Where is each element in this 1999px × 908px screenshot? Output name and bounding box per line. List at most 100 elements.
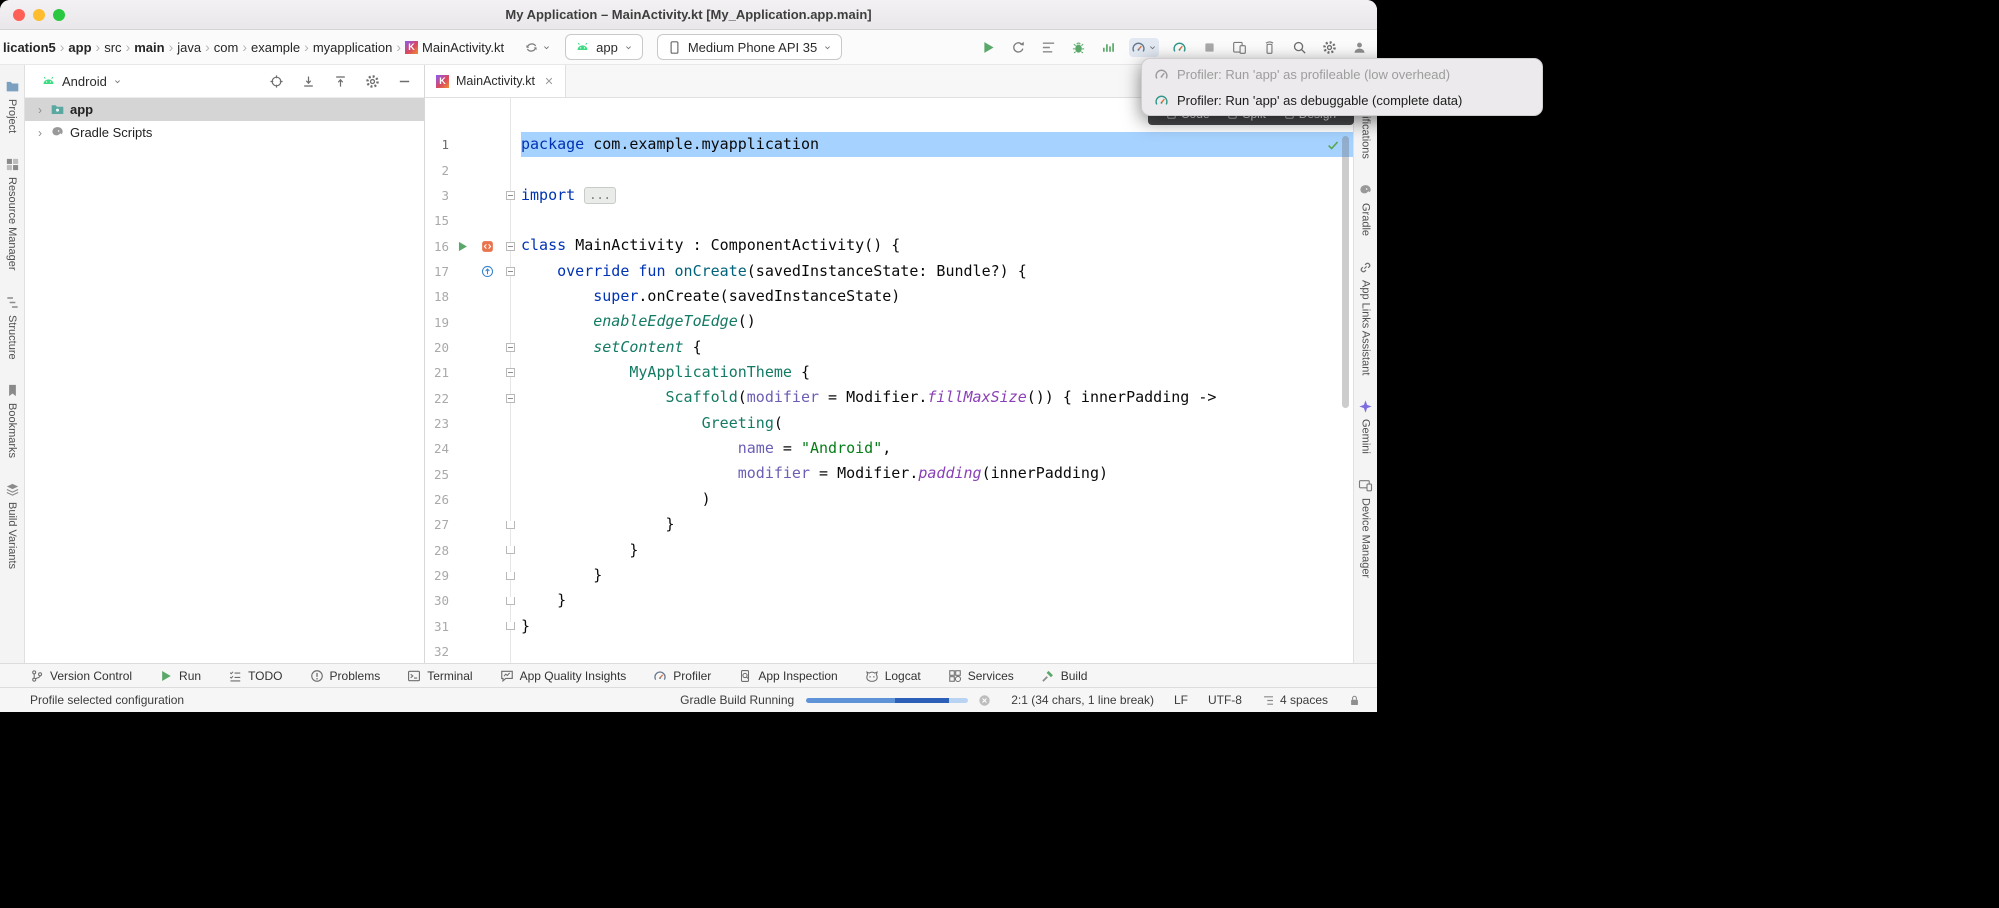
fold-marker[interactable] [506, 546, 515, 554]
account-button[interactable] [1350, 38, 1369, 57]
code-line-32[interactable]: 32 [425, 639, 1353, 663]
code-line-16[interactable]: 16class MainActivity : ComponentActivity… [425, 233, 1353, 258]
fold-marker[interactable] [506, 394, 515, 403]
fold-marker[interactable] [506, 368, 515, 377]
fold-marker[interactable] [506, 191, 515, 200]
breadcrumb-lication5[interactable]: lication5 [3, 40, 56, 55]
zoom-window-button[interactable] [53, 9, 65, 21]
tool-button-bookmarks[interactable]: Bookmarks [5, 383, 20, 458]
line-number[interactable]: 31 [425, 619, 449, 634]
line-number[interactable]: 24 [425, 441, 449, 456]
line-number[interactable]: 30 [425, 593, 449, 608]
collapse-all-button[interactable] [331, 72, 350, 91]
device-mirroring-button[interactable] [1230, 38, 1249, 57]
line-number[interactable]: 32 [425, 644, 449, 659]
line-number[interactable]: 15 [425, 213, 449, 228]
code-line-20[interactable]: 20 setContent { [425, 335, 1353, 360]
profiler-button[interactable] [1129, 38, 1159, 57]
line-number[interactable]: 25 [425, 467, 449, 482]
tool-button-build-variants[interactable]: Build Variants [5, 482, 20, 569]
debug-button[interactable] [1069, 38, 1088, 57]
line-number[interactable]: 17 [425, 264, 449, 279]
fold-marker[interactable] [506, 572, 515, 580]
breadcrumb-com[interactable]: com [214, 40, 239, 55]
indent-indicator[interactable]: 4 spaces [1262, 693, 1328, 707]
code-line-19[interactable]: 19 enableEdgeToEdge() [425, 309, 1353, 334]
run-gutter-icon[interactable] [456, 240, 469, 253]
override-gutter-icon[interactable] [481, 265, 494, 278]
tab-mainactivity[interactable]: K MainActivity.kt [425, 65, 566, 97]
close-window-button[interactable] [13, 9, 25, 21]
fold-marker[interactable] [506, 622, 515, 630]
tool-button-app-quality-insights[interactable]: App Quality Insights [500, 669, 627, 683]
settings-button[interactable] [363, 72, 382, 91]
code-line-25[interactable]: 25 modifier = Modifier.padding(innerPadd… [425, 461, 1353, 486]
code-line-2[interactable]: 2 [425, 157, 1353, 182]
line-number[interactable]: 27 [425, 517, 449, 532]
run-config-selector[interactable]: app [565, 34, 643, 60]
code-line-28[interactable]: 28 } [425, 538, 1353, 563]
code-line-17[interactable]: 17 override fun onCreate(savedInstanceSt… [425, 259, 1353, 284]
line-number[interactable]: 22 [425, 391, 449, 406]
close-icon[interactable] [543, 75, 555, 87]
breadcrumb-java[interactable]: java [177, 40, 201, 55]
code-editor[interactable]: 1package com.example.myapplication23impo… [425, 98, 1353, 663]
profiler-menu-item-1[interactable]: Profiler: Run 'app' as debuggable (compl… [1142, 87, 1542, 113]
tool-button-project[interactable]: Project [5, 79, 20, 133]
line-number[interactable]: 19 [425, 315, 449, 330]
tool-button-build[interactable]: Build [1041, 669, 1088, 683]
breadcrumb-main[interactable]: main [134, 40, 164, 55]
tool-button-gemini[interactable]: Gemini [1358, 399, 1373, 454]
tree-item-gradle-scripts[interactable]: ›Gradle Scripts [25, 121, 424, 144]
fold-marker[interactable] [506, 521, 515, 529]
code-line-26[interactable]: 26 ) [425, 487, 1353, 512]
tool-button-device-manager[interactable]: Device Manager [1358, 478, 1373, 578]
tool-button-version-control[interactable]: Version Control [30, 669, 132, 683]
code-line-18[interactable]: 18 super.onCreate(savedInstanceState) [425, 284, 1353, 309]
breadcrumb-myapplication[interactable]: myapplication [313, 40, 393, 55]
tool-button-run[interactable]: Run [159, 669, 201, 683]
line-number[interactable]: 29 [425, 568, 449, 583]
tree-item-app[interactable]: ›app [25, 98, 424, 121]
code-line-3[interactable]: 3import ... [425, 183, 1353, 208]
tool-button-problems[interactable]: Problems [310, 669, 381, 683]
tool-button-structure[interactable]: Structure [5, 295, 20, 360]
line-number[interactable]: 16 [425, 239, 449, 254]
code-line-23[interactable]: 23 Greeting( [425, 411, 1353, 436]
fold-marker[interactable] [506, 242, 515, 251]
line-number[interactable]: 1 [425, 137, 449, 152]
minimize-window-button[interactable] [33, 9, 45, 21]
line-number[interactable]: 23 [425, 416, 449, 431]
build-status[interactable]: Gradle Build Running [680, 693, 794, 707]
code-line-1[interactable]: 1package com.example.myapplication [425, 132, 1353, 157]
fold-marker[interactable] [506, 343, 515, 352]
code-line-15[interactable]: 15 [425, 208, 1353, 233]
code-line-31[interactable]: 31} [425, 614, 1353, 639]
run-button[interactable] [979, 38, 998, 57]
tool-button-profiler[interactable]: Profiler [653, 669, 711, 683]
line-number[interactable]: 26 [425, 492, 449, 507]
tool-button-services[interactable]: Services [948, 669, 1014, 683]
fold-marker[interactable] [506, 267, 515, 276]
tool-button-gradle[interactable]: Gradle [1358, 183, 1373, 236]
expand-all-button[interactable] [299, 72, 318, 91]
cancel-build-icon[interactable] [978, 694, 991, 707]
recent-configurations-button[interactable] [524, 40, 551, 55]
chevron-down-icon[interactable] [113, 77, 122, 86]
breadcrumb-example[interactable]: example [251, 40, 300, 55]
code-line-24[interactable]: 24 name = "Android", [425, 436, 1353, 461]
line-number[interactable]: 3 [425, 188, 449, 203]
breadcrumb-mainactivity-kt[interactable]: KMainActivity.kt [405, 40, 504, 55]
tool-button-resource-manager[interactable]: Resource Manager [5, 157, 20, 271]
line-number[interactable]: 21 [425, 365, 449, 380]
line-number[interactable]: 20 [425, 340, 449, 355]
line-number[interactable]: 28 [425, 543, 449, 558]
breadcrumb-src[interactable]: src [104, 40, 121, 55]
stop-button[interactable] [1200, 38, 1219, 57]
line-ending-indicator[interactable]: LF [1174, 693, 1188, 707]
settings-button[interactable] [1320, 38, 1339, 57]
breadcrumb-app[interactable]: app [68, 40, 91, 55]
tool-button-logcat[interactable]: Logcat [865, 669, 921, 683]
run-with-coverage-button[interactable] [1099, 38, 1118, 57]
line-number[interactable]: 18 [425, 289, 449, 304]
